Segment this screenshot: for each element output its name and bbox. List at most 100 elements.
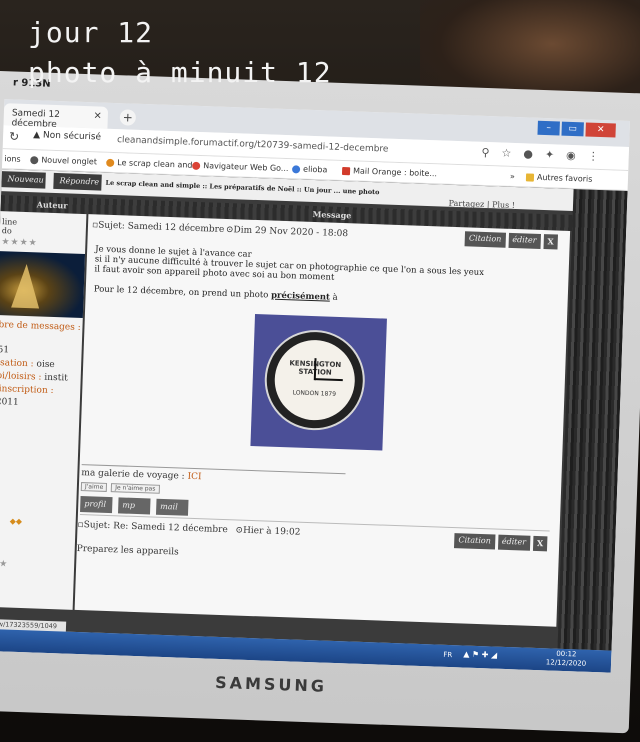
post-text: Pour le 12 décembre, on prend un photo [93,284,272,301]
clock-hour-hand [313,358,317,381]
inscription-label: 'inscription : [0,384,54,397]
address-bar-icons: ⚲ ☆ ● ✦ ◉ ⋮ [481,146,599,163]
security-warning[interactable]: ▲ Non sécurisé [33,130,101,142]
post-body: Je vous donne le sujet à l'avance car si… [94,244,555,310]
reply-button[interactable]: Répondre [53,172,102,191]
bookmark-label: Le scrap clean and... [117,158,201,171]
like-bar: J'aime Je n'aime pas [80,482,160,494]
bookmark-scrap[interactable]: Le scrap clean and... [106,158,200,170]
puzzle-icon[interactable]: ✦ [545,148,555,161]
post2-subject: ▫Sujet: Re: Samedi 12 décembre [77,519,228,536]
bookmark-apps[interactable]: ions [4,154,21,164]
clock-photo[interactable]: KENSINGTON STATION LONDON 1879 [250,314,387,451]
author-stats: bre de messages : 51 isation : oise oi/l… [0,319,83,412]
reload-icon[interactable]: ↻ [9,129,20,143]
new-tab-button[interactable]: + [119,109,137,126]
inscription-value: 2011 [0,397,19,408]
avatar[interactable] [0,251,86,319]
post-subject-text: Sujet: Samedi 12 décembre [97,220,225,235]
like-button[interactable]: J'aime [80,482,108,492]
post-actions: Citation éditer X [464,231,558,250]
author-name-value: do [1,226,12,236]
maximize-button[interactable]: ▭ [561,121,584,137]
signature: ma galerie de voyage : ICI [81,468,201,482]
bookmark-navigator[interactable]: Navigateur Web Go... [192,161,289,173]
bookmark-new-tab[interactable]: Nouvel onglet [30,155,97,166]
menu-icon[interactable]: ⋮ [588,150,599,163]
post-content: ▫Sujet: Samedi 12 décembre ⊙Dim 29 Nov 2… [74,214,571,627]
edit-button[interactable]: éditer [508,232,541,249]
bookmark-label: elioba [302,164,328,175]
url-text[interactable]: cleanandsimple.forumactif.org/t20739-sam… [117,135,389,154]
christmas-tree-image [11,263,41,309]
monitor: r 913N Samedi 12 décembre × + – ▭ ✕ ↻ ▲ … [0,70,640,734]
site-icon [291,164,301,174]
job-label: oi/loisirs : [0,371,42,383]
new-topic-button[interactable]: Nouveau [1,171,46,189]
delete-button[interactable]: X [543,234,558,250]
post2-body: Preparez les appareils [76,543,179,558]
share-link[interactable]: Partagez | Plus ! [448,199,515,210]
language-indicator[interactable]: FR [443,651,452,659]
author-name[interactable]: line do [2,217,18,236]
globe-icon [30,155,39,164]
minimize-button[interactable]: – [537,120,560,136]
bookmark-label: Autres favoris [536,172,593,184]
post-emphasis: précisément [270,290,331,303]
post-line: Pour le 12 décembre, on prend un photo p… [94,284,554,310]
signature-link[interactable]: ICI [187,472,201,482]
edit-button[interactable]: éditer [497,534,531,551]
author-rank-stars-2: ★★ [0,558,9,570]
mail-button[interactable]: mail [155,498,189,516]
column-message: Message [312,208,352,221]
clock-subtitle: LONDON 1879 [292,389,337,398]
pm-button[interactable]: mp [117,497,151,515]
bookmark-eliotea[interactable]: elioba [291,164,328,175]
bookmark-mail[interactable]: Mail Orange : boite... [341,166,438,179]
author-rank-stars: ★★★★ [1,237,38,249]
bookmark-label: Mail Orange : boite... [352,166,438,179]
post-date: ⊙Dim 29 Nov 2020 - 18:08 [225,224,349,240]
monitor-screen: Samedi 12 décembre × + – ▭ ✕ ↻ ▲ Non séc… [0,99,631,673]
folder-icon [525,172,535,182]
post-date-text: Dim 29 Nov 2020 - 18:08 [233,225,349,240]
dislike-button[interactable]: Je n'aime pas [111,483,160,494]
monitor-brand: SAMSUNG [214,672,328,696]
chrome-icon [192,161,201,170]
tray-date: 12/12/2020 [545,658,587,668]
window-controls: – ▭ ✕ [537,120,616,138]
profile-button[interactable]: profil [80,496,113,514]
window-close-button[interactable]: ✕ [585,122,616,138]
forum-page: Nouveau Répondre Le scrap clean and simp… [0,169,628,651]
bookmark-label: Nouvel onglet [41,155,98,167]
security-label: Non sécurisé [42,130,102,143]
extension-icon[interactable]: ● [523,147,533,160]
profile-icon[interactable]: ◉ [566,149,576,162]
post-text: à [329,292,338,303]
job-value: instit [41,372,68,384]
bookmarks-more[interactable]: » [510,172,515,181]
profile-buttons: profil mp mail [80,496,189,516]
clock-image: KENSINGTON STATION LONDON 1879 [263,328,367,432]
tray-icons[interactable]: ▲ ⚑ ✚ ◢ [463,650,497,660]
caption-line-2: photo à minuit 12 [28,56,332,89]
clock-minute-hand [314,378,343,382]
column-author: Auteur [36,199,68,211]
quote-button[interactable]: Citation [454,533,496,550]
post2-subject-text: Sujet: Re: Samedi 12 décembre [83,520,228,536]
quote-button[interactable]: Citation [464,231,506,248]
clock-tray[interactable]: 00:12 12/12/2020 [541,649,592,669]
post-subject: ▫Sujet: Samedi 12 décembre [91,220,225,235]
mail-icon [341,166,351,175]
bookmark-other[interactable]: Autres favoris [525,172,593,184]
post2-date: ⊙Hier à 19:02 [235,525,301,538]
online-status-icons: ◆◆ [9,516,23,527]
clock-face: KENSINGTON STATION LONDON 1879 [273,338,357,422]
star-icon[interactable]: ☆ [501,147,511,160]
delete-button[interactable]: X [532,535,548,552]
signature-text: ma galerie de voyage : [81,468,188,482]
location-label: isation : [0,358,34,370]
breadcrumb[interactable]: Le scrap clean and simple :: Les prépara… [105,179,379,197]
search-icon[interactable]: ⚲ [481,146,490,159]
close-icon[interactable]: × [93,110,102,121]
